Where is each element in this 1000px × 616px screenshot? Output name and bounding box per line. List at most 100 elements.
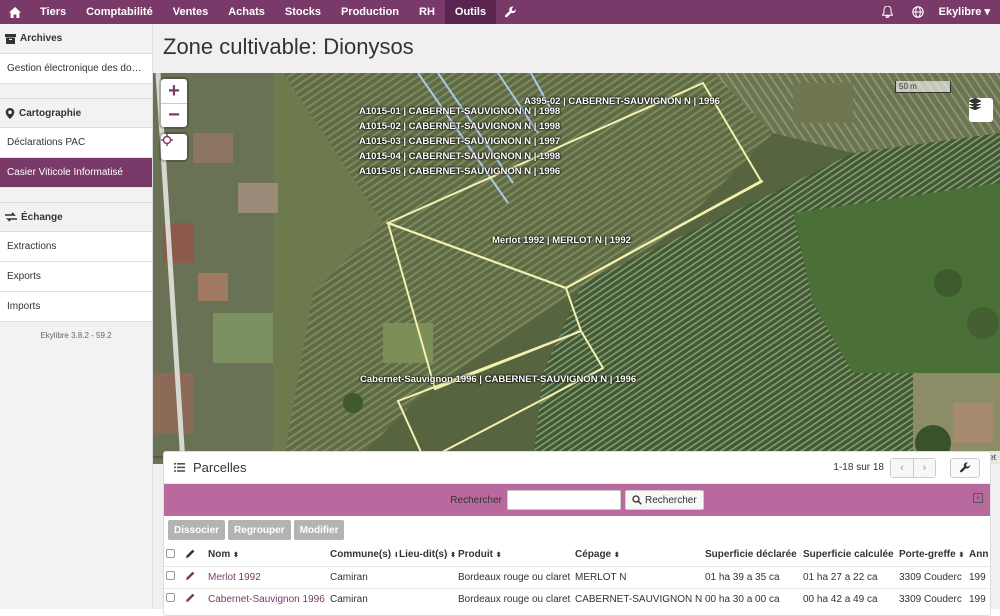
parcels-table: Nom ⬍ Commune(s) ⬍ Lieu-dit(s) ⬍ Produit… [164,544,992,610]
nav-comptabilite[interactable]: Comptabilité [76,0,163,24]
bulk-actions: Dissocier Regrouper Modifier [164,516,990,544]
nav-outils[interactable]: Outils [444,0,497,24]
expand-search-icon[interactable]: + [973,493,983,503]
sidebar-section-title: Cartographie [19,107,82,119]
sidebar-section-cartographie: Cartographie [0,98,152,128]
sidebar-section-title: Archives [20,33,63,44]
column-header-communes[interactable]: Commune(s) ⬍ [328,544,397,566]
previous-page-button[interactable]: ‹ [891,458,913,477]
cell-produit: Bordeaux rouge ou claret [456,565,573,588]
sidebar-item-imports[interactable]: Imports [0,292,152,322]
table-settings-button[interactable] [950,457,980,478]
column-label: Nom [208,549,231,561]
select-all-checkbox[interactable] [166,548,175,558]
sidebar-item-casier-viticole[interactable]: Casier Viticole Informatisé [0,158,152,188]
search-bar: Rechercher Rechercher + [164,484,990,516]
parcels-panel-header: Parcelles 1-18 sur 18 ‹ › [164,452,990,484]
cell-nom[interactable]: Merlot 1992 [206,565,328,588]
cell-superficie-calculee: 00 ha 42 a 49 ca [801,587,897,610]
sidebar-item-exports[interactable]: Exports [0,262,152,292]
parcels-panel-title: Parcelles [193,460,247,475]
sidebar-section-title: Échange [21,211,63,223]
pagination-count: 1-18 sur 18 [833,462,884,473]
row-checkbox[interactable] [166,593,175,603]
sort-icon: ⬍ [896,552,897,559]
sort-icon: ⬍ [495,552,502,560]
zoom-in-button[interactable]: + [161,79,187,103]
locate-button[interactable] [161,134,187,160]
sidebar-item-declarations-pac[interactable]: Déclarations PAC [0,128,152,158]
satellite-imagery [153,73,1000,464]
cell-annee: 199 [967,587,992,610]
cell-porte-greffe: 3309 Couderc [897,565,967,588]
column-label: Commune(s) [330,549,392,561]
parcel-name-link[interactable]: Cabernet-Sauvignon 1996 [208,594,325,605]
bell-icon [882,6,894,18]
wrench-icon [959,462,970,473]
home-button[interactable] [0,0,30,24]
globe-icon [911,6,924,18]
cell-produit: Bordeaux rouge ou claret [456,587,573,610]
nav-ventes[interactable]: Ventes [163,0,218,24]
column-header-cepage[interactable]: Cépage ⬍ [573,544,703,566]
parcel-name-link[interactable]: Merlot 1992 [208,572,261,583]
modifier-button[interactable]: Modifier [293,520,345,540]
regrouper-button[interactable]: Regrouper [228,520,291,540]
map-label-parcel: Cabernet-Sauvignon 1996 | CABERNET-SAUVI… [360,374,637,385]
column-header-porte-greffe[interactable]: Porte-greffe ⬍ [897,544,967,566]
zoom-out-button[interactable]: − [161,103,187,127]
column-header-nom[interactable]: Nom ⬍ [206,544,328,566]
cell-annee: 199 [967,565,992,588]
row-edit-cell[interactable] [184,587,206,610]
row-checkbox[interactable] [166,571,175,580]
map-view[interactable]: A395-02 | CABERNET-SAUVIGNON N | 1996 A1… [153,73,1000,464]
notifications-bell-button[interactable] [873,0,903,24]
column-header-annee[interactable]: Ann [967,544,992,566]
cell-nom[interactable]: Cabernet-Sauvignon 1996 [206,587,328,610]
column-header-superficie-calculee[interactable]: Superficie calculée ⬍ [801,544,897,566]
column-header-produit[interactable]: Produit ⬍ [456,544,573,566]
language-globe-button[interactable] [903,0,933,24]
nav-rh[interactable]: RH [409,0,445,24]
map-label-parcel: A1015-04 | CABERNET-SAUVIGNON N | 1998 [359,151,561,162]
sidebar-section-archives: Archives [0,24,152,54]
sort-icon: ⬍ [393,552,397,560]
column-label: Lieu-dit(s) [399,549,448,561]
main-content: Zone cultivable: Dionysos A395-02 | CABE… [153,24,1000,616]
next-page-button[interactable]: › [913,458,935,477]
column-header-lieux-dits[interactable]: Lieu-dit(s) ⬍ [397,544,456,566]
search-button[interactable]: Rechercher [625,490,704,510]
search-icon [632,495,642,505]
pagination-buttons: ‹ › [890,457,936,478]
map-label-parcel: A1015-03 | CABERNET-SAUVIGNON N | 1997 [359,136,561,147]
exchange-arrows-icon [5,212,17,222]
cell-cepage: CABERNET-SAUVIGNON N [573,587,703,610]
cell-cepage: MERLOT N [573,565,703,588]
nav-production[interactable]: Production [331,0,409,24]
settings-wrench-button[interactable] [496,0,526,24]
sidebar-section-echange: Échange [0,202,152,232]
sidebar-item-extractions[interactable]: Extractions [0,232,152,262]
nav-achats[interactable]: Achats [218,0,275,24]
layers-button[interactable] [969,98,993,122]
search-input[interactable] [507,490,621,510]
column-header-superficie-declaree[interactable]: Superficie déclarée ⬍ [703,544,801,566]
sort-icon: ⬍ [958,552,965,560]
pencil-icon [186,593,195,603]
app-version: Ekylibre 3.8.2 - 59.2 [40,331,112,340]
user-menu[interactable]: Ekylibre ▾ [933,0,1000,24]
table-row[interactable]: Cabernet-Sauvignon 1996 Camiran Bordeaux… [164,587,992,610]
nav-tiers[interactable]: Tiers [30,0,76,24]
dissocier-button[interactable]: Dissocier [168,520,226,540]
sort-icon: ⬍ [450,552,456,560]
select-all-cell [164,544,184,566]
parcels-panel: Parcelles 1-18 sur 18 ‹ › Rechercher Rec… [163,451,992,616]
chevron-left-icon: ‹ [900,461,904,474]
search-label: Rechercher [450,494,502,506]
nav-stocks[interactable]: Stocks [275,0,331,24]
table-row[interactable]: Merlot 1992 Camiran Bordeaux rouge ou cl… [164,565,992,588]
sidebar-item-gestion-documents[interactable]: Gestion électronique des docu... [0,54,152,84]
table-header-row: Nom ⬍ Commune(s) ⬍ Lieu-dit(s) ⬍ Produit… [164,544,992,566]
row-edit-cell[interactable] [184,565,206,588]
layers-icon [969,98,981,110]
